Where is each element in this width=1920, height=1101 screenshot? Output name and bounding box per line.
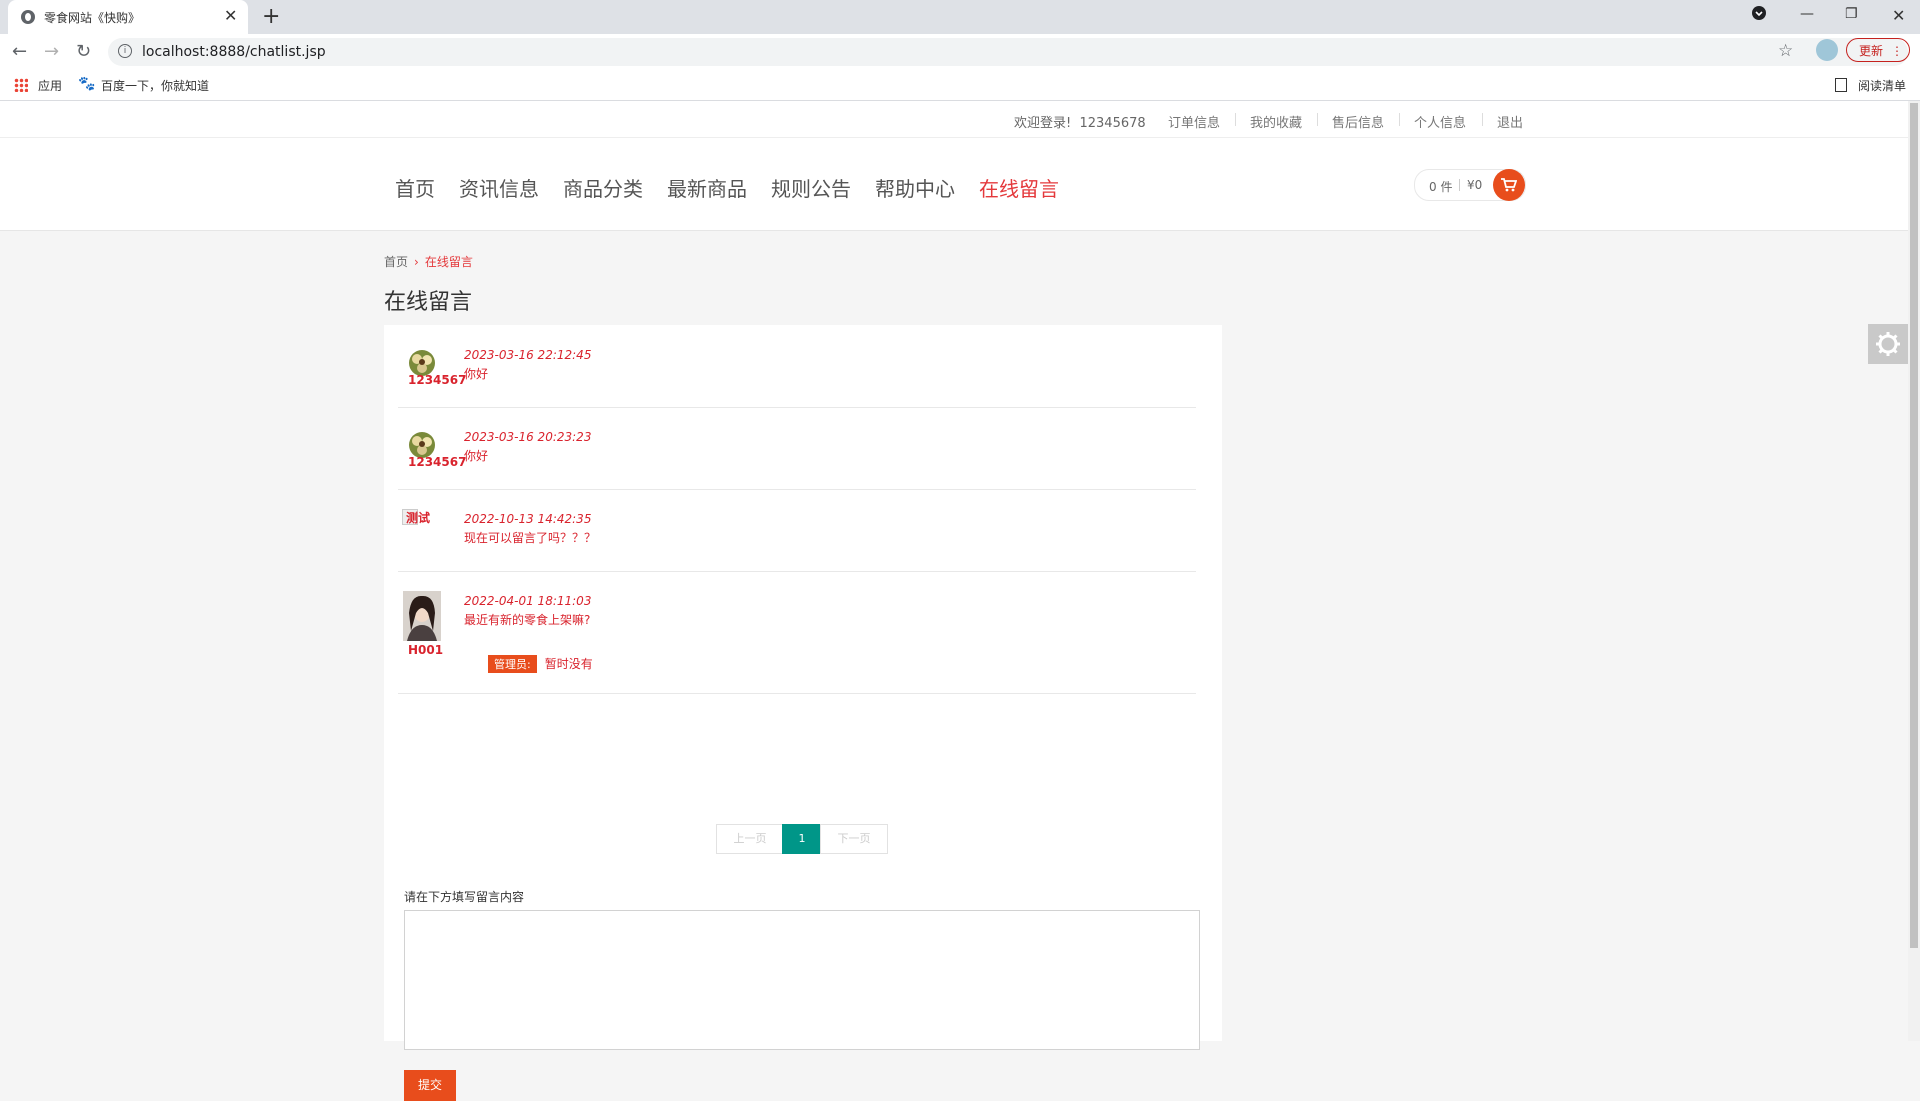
breadcrumb-arrow: › — [414, 255, 419, 269]
message-item: 1234567 2023-03-16 20:23:23 你好 — [398, 407, 1196, 490]
divider — [1399, 113, 1400, 126]
update-button[interactable]: 更新 ⋮ — [1846, 38, 1910, 62]
browser-tab-bar: 零食网站《快购》 ✕ + — ❐ ✕ — [0, 0, 1920, 34]
page-scrollbar[interactable] — [1908, 101, 1920, 1041]
message-time: 2023-03-16 20:23:23 — [464, 430, 592, 444]
settings-gear-button[interactable] — [1868, 324, 1908, 364]
restore-icon[interactable]: ❐ — [1845, 6, 1858, 22]
more-menu-icon: ⋮ — [1891, 44, 1903, 58]
nav-online-message[interactable]: 在线留言 — [979, 173, 1059, 202]
scrollbar-thumb[interactable] — [1910, 103, 1918, 948]
address-bar[interactable]: i localhost:8888/chatlist.jsp ☆ — [108, 38, 1908, 66]
reading-list-icon — [1835, 78, 1847, 92]
nav-new-products[interactable]: 最新商品 — [667, 173, 747, 202]
next-page-button[interactable]: 下一页 — [820, 824, 888, 854]
nav-help[interactable]: 帮助中心 — [875, 173, 955, 202]
nav-rules[interactable]: 规则公告 — [771, 173, 851, 202]
forward-icon[interactable]: → — [44, 41, 59, 62]
reading-list-button[interactable]: 阅读清单 — [1858, 77, 1906, 94]
divider — [1235, 113, 1236, 126]
minimize-icon[interactable]: — — [1800, 6, 1814, 22]
admin-reply-text: 暂时没有 — [544, 657, 593, 671]
link-after-sales[interactable]: 售后信息 — [1332, 112, 1384, 131]
message-time: 2022-10-13 14:42:35 — [464, 512, 592, 526]
link-orders[interactable]: 订单信息 — [1168, 112, 1220, 131]
bookmark-star-icon[interactable]: ☆ — [1778, 41, 1793, 61]
tab-search-icon[interactable] — [1752, 6, 1766, 24]
tab-title: 零食网站《快购》 — [44, 11, 141, 25]
window-close-icon[interactable]: ✕ — [1892, 6, 1905, 25]
breadcrumb-current: 在线留言 — [424, 255, 473, 269]
admin-reply: 管理员: 暂时没有 — [488, 655, 593, 673]
back-icon[interactable]: ← — [12, 41, 27, 62]
cart-count: 0 件 — [1429, 180, 1453, 194]
apps-grid-icon[interactable] — [14, 78, 28, 92]
divider — [1482, 113, 1483, 126]
gear-icon — [1876, 332, 1900, 356]
message-panel: 1234567 2023-03-16 22:12:45 你好 1234567 2… — [384, 325, 1222, 1101]
message-item: H001 2022-04-01 18:11:03 最近有新的零食上架嘛? 管理员… — [398, 571, 1196, 694]
portrait-icon — [403, 591, 441, 641]
message-username: 1234567 — [408, 373, 467, 387]
message-time: 2023-03-16 22:12:45 — [464, 348, 592, 362]
form-label: 请在下方填写留言内容 — [404, 890, 525, 904]
message-content: 现在可以留言了吗？？？ — [464, 531, 597, 545]
message-username: 测试 — [406, 511, 431, 525]
welcome-label: 欢迎登录! — [1014, 116, 1072, 131]
user-topbar: 欢迎登录! 12345678 订单信息 我的收藏 售后信息 个人信息 退出 — [0, 101, 1908, 138]
nav-news[interactable]: 资讯信息 — [459, 173, 539, 202]
site-header: 首页 资讯信息 商品分类 最新商品 规则公告 帮助中心 在线留言 0 件 ¥0 — [0, 138, 1908, 231]
close-tab-icon[interactable]: ✕ — [224, 6, 237, 25]
bookmark-baidu[interactable]: 百度一下，你就知道 — [101, 77, 209, 94]
welcome-text: 欢迎登录! 12345678 — [1014, 112, 1146, 131]
site-info-icon[interactable]: i — [118, 44, 132, 58]
breadcrumb-home[interactable]: 首页 — [384, 255, 408, 269]
message-content: 你好 — [464, 367, 489, 381]
url-text[interactable]: localhost:8888/chatlist.jsp — [142, 44, 326, 60]
bookmark-apps[interactable]: 应用 — [38, 77, 62, 94]
profile-avatar[interactable] — [1816, 39, 1838, 61]
divider — [1317, 113, 1318, 126]
admin-tag: 管理员: — [488, 655, 537, 673]
message-content: 最近有新的零食上架嘛? — [464, 613, 591, 627]
browser-tab[interactable]: 零食网站《快购》 ✕ — [8, 0, 248, 34]
baidu-paw-icon: 🐾 — [78, 76, 96, 92]
message-item: 测试 2022-10-13 14:42:35 现在可以留言了吗？？？ — [398, 489, 1196, 572]
submit-button[interactable]: 提交 — [404, 1070, 456, 1101]
message-item: 1234567 2023-03-16 22:12:45 你好 — [398, 325, 1196, 408]
globe-icon — [21, 10, 35, 24]
link-profile[interactable]: 个人信息 — [1414, 112, 1466, 131]
cart-price: ¥0 — [1467, 178, 1483, 192]
page: 欢迎登录! 12345678 订单信息 我的收藏 售后信息 个人信息 退出 首页… — [0, 101, 1908, 1101]
cart-icon — [1501, 178, 1517, 192]
message-textarea[interactable] — [404, 910, 1200, 1050]
link-favorites[interactable]: 我的收藏 — [1250, 112, 1302, 131]
cart-button[interactable] — [1493, 169, 1525, 201]
nav-home[interactable]: 首页 — [395, 173, 435, 202]
message-content: 你好 — [464, 449, 489, 463]
cart-widget[interactable]: 0 件 ¥0 — [1414, 169, 1526, 201]
page-1-button[interactable]: 1 — [782, 824, 822, 854]
message-username: 1234567 — [408, 455, 467, 469]
nav-categories[interactable]: 商品分类 — [563, 173, 643, 202]
breadcrumb: 首页 › 在线留言 — [384, 253, 473, 270]
browser-toolbar: ← → ↻ i localhost:8888/chatlist.jsp ☆ 更新… — [0, 34, 1920, 70]
divider — [1459, 179, 1460, 191]
update-label: 更新 — [1859, 44, 1884, 58]
username: 12345678 — [1079, 116, 1146, 131]
bookmarks-bar: 应用 🐾 百度一下，你就知道 阅读清单 — [0, 70, 1920, 101]
link-logout[interactable]: 退出 — [1497, 112, 1523, 131]
message-time: 2022-04-01 18:11:03 — [464, 594, 592, 608]
new-tab-icon[interactable]: + — [262, 4, 280, 29]
message-username: H001 — [408, 643, 444, 657]
reload-icon[interactable]: ↻ — [76, 41, 91, 62]
page-title: 在线留言 — [384, 290, 473, 315]
prev-page-button[interactable]: 上一页 — [716, 824, 784, 854]
